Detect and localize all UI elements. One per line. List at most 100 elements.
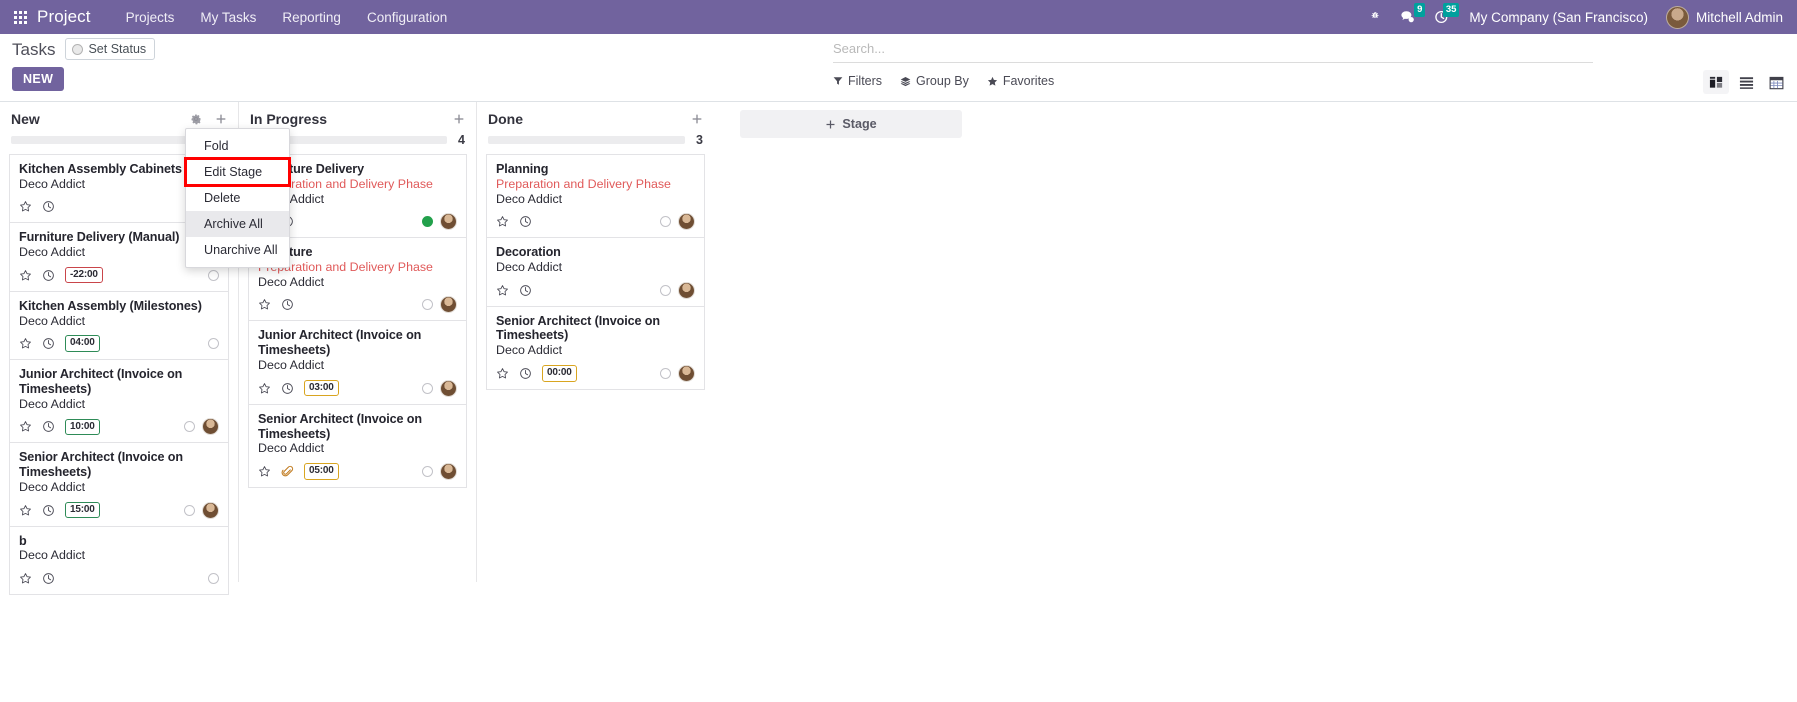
avatar[interactable] — [440, 213, 457, 231]
avatar — [1665, 5, 1689, 29]
clock-icon[interactable] — [281, 298, 294, 311]
nav-item-projects[interactable]: Projects — [113, 4, 188, 31]
star-icon[interactable] — [258, 298, 271, 311]
nav-item-reporting[interactable]: Reporting — [269, 4, 354, 31]
group-by-toggle[interactable]: Group By — [900, 74, 969, 88]
star-icon[interactable] — [496, 367, 509, 380]
apps-grid-icon[interactable] — [14, 10, 27, 24]
star-icon[interactable] — [19, 504, 32, 517]
time-badge[interactable]: 15:00 — [65, 501, 100, 519]
time-badge[interactable]: 10:00 — [65, 418, 100, 436]
kanban-card[interactable]: Junior Architect (Invoice on Timesheets)… — [9, 360, 229, 444]
filters-toggle[interactable]: Filters — [833, 74, 882, 88]
new-button[interactable]: NEW — [12, 67, 65, 91]
status-badge[interactable] — [208, 269, 219, 281]
avatar[interactable] — [678, 281, 695, 299]
kanban-card[interactable]: Decoration Deco Addict — [486, 238, 705, 307]
kanban-card[interactable]: b Deco Addict — [9, 526, 229, 595]
status-badge[interactable] — [660, 216, 671, 228]
star-icon[interactable] — [19, 269, 32, 282]
time-badge[interactable]: 04:00 — [65, 335, 100, 352]
gear-icon[interactable] — [190, 113, 202, 125]
clock-icon[interactable] — [519, 367, 532, 380]
dropdown-item-delete[interactable]: Delete — [186, 185, 289, 211]
dropdown-item-archive-all[interactable]: Archive All — [186, 211, 289, 237]
star-icon[interactable] — [19, 337, 32, 350]
card-customer: Deco Addict — [496, 260, 563, 275]
add-stage-button[interactable]: Stage — [740, 110, 962, 138]
avatar[interactable] — [440, 462, 457, 480]
dropdown-item-edit-stage[interactable]: Edit Stage — [184, 157, 291, 187]
activities-clock-icon[interactable]: 35 — [1425, 0, 1460, 34]
favorites-toggle[interactable]: Favorites — [987, 74, 1054, 88]
add-card-icon[interactable] — [453, 113, 465, 125]
kanban-card[interactable]: Senior Architect (Invoice on Timesheets)… — [9, 443, 229, 527]
dropdown-item-unarchive-all[interactable]: Unarchive All — [186, 237, 289, 263]
status-badge[interactable] — [660, 367, 671, 379]
clock-icon[interactable] — [42, 420, 55, 433]
company-selector[interactable]: My Company (San Francisco) — [1459, 10, 1658, 25]
column-tools — [453, 113, 465, 125]
status-badge[interactable] — [184, 504, 195, 516]
star-icon[interactable] — [496, 284, 509, 297]
bug-icon[interactable] — [1360, 0, 1391, 34]
nav-item-configuration[interactable]: Configuration — [354, 4, 460, 31]
list-view-button[interactable] — [1733, 70, 1759, 94]
messages-icon[interactable]: 9 — [1391, 0, 1426, 34]
add-card-icon[interactable] — [215, 113, 227, 125]
clock-icon[interactable] — [519, 284, 532, 297]
clock-icon[interactable] — [281, 382, 294, 395]
kanban-card[interactable]: Senior Architect (Invoice on Timesheets)… — [486, 306, 705, 390]
avatar[interactable] — [202, 418, 219, 436]
star-icon[interactable] — [19, 200, 32, 213]
time-badge[interactable]: -22:00 — [65, 266, 103, 284]
dropdown-item-fold[interactable]: Fold — [186, 133, 289, 159]
star-icon[interactable] — [19, 420, 32, 433]
nav-item-my-tasks[interactable]: My Tasks — [187, 4, 269, 31]
card-title: Kitchen Assembly (Milestones) — [19, 298, 202, 313]
clock-icon[interactable] — [42, 269, 55, 282]
avatar[interactable] — [678, 213, 695, 231]
star-icon[interactable] — [258, 465, 271, 478]
progress-bar[interactable] — [11, 136, 209, 144]
status-badge[interactable] — [422, 382, 433, 394]
status-badge[interactable] — [208, 338, 219, 350]
status-badge[interactable] — [208, 572, 219, 584]
kanban-card[interactable]: Senior Architect (Invoice on Timesheets)… — [248, 404, 467, 488]
status-badge[interactable] — [422, 216, 433, 228]
star-icon[interactable] — [496, 215, 509, 228]
star-icon[interactable] — [19, 572, 32, 585]
status-badge[interactable] — [184, 421, 195, 433]
clock-icon[interactable] — [42, 572, 55, 585]
avatar[interactable] — [202, 501, 219, 519]
app-brand-project[interactable]: Project — [37, 7, 91, 27]
card-title: Junior Architect (Invoice on Timesheets) — [258, 328, 422, 358]
attachment-icon[interactable] — [281, 465, 294, 478]
time-badge[interactable]: 05:00 — [304, 463, 339, 480]
star-icon[interactable] — [258, 382, 271, 395]
search-area — [833, 40, 1593, 63]
search-input[interactable] — [833, 41, 1593, 56]
status-badge[interactable] — [660, 284, 671, 296]
progress-bar[interactable] — [488, 136, 685, 144]
set-status-button[interactable]: Set Status — [65, 38, 156, 60]
clock-icon[interactable] — [42, 504, 55, 517]
avatar[interactable] — [440, 296, 457, 314]
layers-icon — [900, 76, 911, 86]
clock-icon[interactable] — [42, 200, 55, 213]
avatar[interactable] — [678, 364, 695, 382]
kanban-card[interactable]: Junior Architect (Invoice on Timesheets)… — [248, 321, 467, 405]
clock-icon[interactable] — [42, 337, 55, 350]
calendar-view-button[interactable] — [1763, 70, 1789, 94]
kanban-view-button[interactable] — [1703, 70, 1729, 94]
avatar[interactable] — [440, 379, 457, 397]
kanban-card[interactable]: Planning Preparation and Delivery Phase … — [486, 154, 705, 239]
status-badge[interactable] — [422, 465, 433, 477]
status-badge[interactable] — [422, 299, 433, 311]
time-badge[interactable]: 00:00 — [542, 365, 577, 382]
clock-icon[interactable] — [519, 215, 532, 228]
kanban-card[interactable]: Kitchen Assembly (Milestones) Deco Addic… — [9, 291, 229, 361]
time-badge[interactable]: 03:00 — [304, 379, 339, 397]
add-card-icon[interactable] — [691, 113, 703, 125]
user-menu[interactable]: Mitchell Admin — [1658, 5, 1787, 29]
